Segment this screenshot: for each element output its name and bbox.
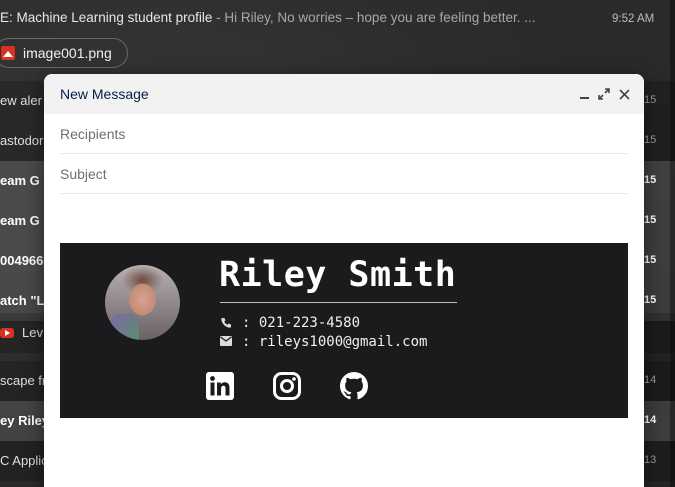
attachment-filename: image001.png: [23, 45, 112, 61]
compose-header[interactable]: New Message: [44, 74, 644, 114]
signature-phone: : 021-223-4580: [220, 315, 360, 331]
list-item-sender: eam G: [0, 213, 40, 228]
minimize-button[interactable]: [576, 86, 592, 102]
list-item-date: 15: [644, 134, 657, 146]
expand-icon: [598, 88, 610, 100]
image-icon: [1, 46, 15, 60]
close-icon: [618, 88, 630, 100]
signature-email-text: : rileys1000@gmail.com: [242, 334, 428, 350]
list-item-sender: scape fr: [0, 373, 47, 388]
email-time: 9:52 AM: [612, 13, 655, 25]
email-snippet: - Hi Riley, No worries – hope you are fe…: [212, 10, 536, 25]
github-icon: [340, 372, 368, 400]
envelope-icon: [220, 336, 232, 348]
list-item-sender: ew aler: [0, 93, 42, 108]
linkedin-link[interactable]: [206, 372, 234, 400]
github-link[interactable]: [340, 372, 368, 400]
list-item-date: 14: [644, 374, 657, 386]
list-item-sender: atch "L: [0, 293, 45, 308]
avatar: [105, 265, 180, 340]
minimize-icon: [579, 97, 589, 99]
recipients-input[interactable]: [60, 114, 628, 153]
signature-phone-text: : 021-223-4580: [242, 315, 361, 331]
attachment-chip[interactable]: image001.png: [0, 38, 128, 68]
instagram-link[interactable]: [273, 372, 301, 400]
open-email-header: E: Machine Learning student profile - Hi…: [0, 0, 675, 74]
phone-icon: [220, 317, 232, 329]
list-item-date: 15: [644, 174, 657, 186]
compose-title: New Message: [60, 86, 149, 102]
compose-window: New Message Riley Smith: [44, 74, 644, 487]
list-item-date: 15: [644, 294, 657, 306]
list-item-sender: ey Riley: [0, 413, 50, 428]
signature-name: Riley Smith: [219, 255, 457, 295]
linkedin-icon: [206, 372, 234, 400]
email-subject: E: Machine Learning student profile: [0, 10, 213, 25]
list-item-date: 14: [644, 414, 657, 426]
list-item-sender: eam G: [0, 173, 40, 188]
message-body[interactable]: Riley Smith : 021-223-4580 : rileys1000@…: [60, 194, 628, 487]
signature-divider: [220, 302, 457, 303]
recipients-row: [60, 114, 628, 154]
list-item-date: 15: [644, 254, 657, 266]
list-item-sender: Lev: [0, 325, 43, 340]
youtube-icon: [0, 328, 14, 338]
email-signature: Riley Smith : 021-223-4580 : rileys1000@…: [60, 243, 628, 418]
instagram-icon: [273, 372, 301, 400]
close-button[interactable]: [616, 86, 632, 102]
list-item-sender: astodor: [0, 133, 44, 148]
list-item-sender: 004966: [0, 253, 44, 268]
list-item-sender-text: Lev: [22, 325, 43, 340]
list-item-date: 13: [644, 454, 657, 466]
email-subject-line[interactable]: E: Machine Learning student profile - Hi…: [0, 10, 560, 25]
subject-input[interactable]: [60, 154, 628, 193]
subject-row: [60, 154, 628, 194]
fullscreen-button[interactable]: [596, 86, 612, 102]
list-item-date: 15: [644, 94, 657, 106]
signature-email: : rileys1000@gmail.com: [220, 334, 427, 350]
list-item-date: 15: [644, 214, 657, 226]
scrollbar[interactable]: [670, 0, 675, 487]
list-item-sender: C Applic: [0, 453, 48, 468]
